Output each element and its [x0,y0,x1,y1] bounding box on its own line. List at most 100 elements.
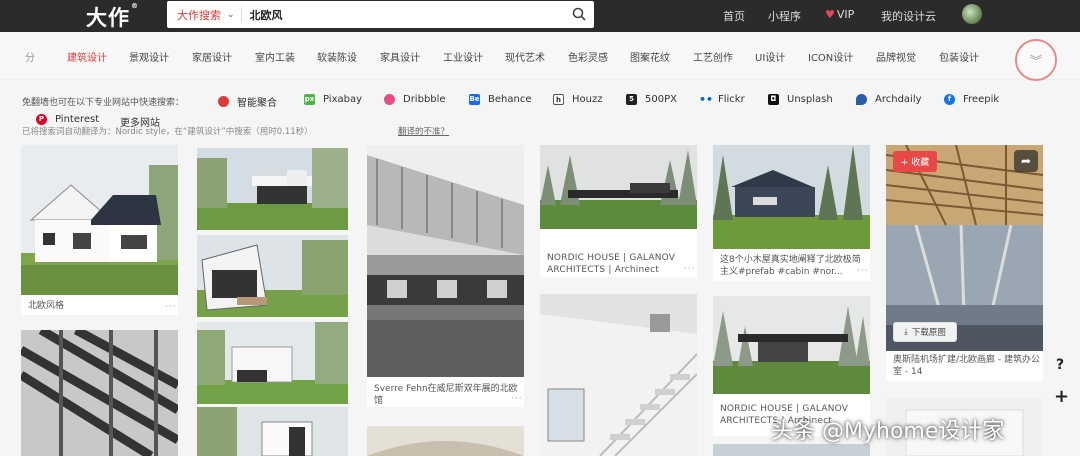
nav-vip[interactable]: ♥ VIP [825,8,854,21]
dribbble-icon [384,94,395,105]
site-label: Dribbble [403,94,446,105]
site-label: Behance [488,94,532,105]
result-caption: 北欧风格 [28,301,65,311]
result-caption: 奥斯陆机场扩建/北欧画廊 - 建筑办公室 - 14 [893,355,1041,377]
search-icon[interactable] [572,7,586,21]
download-icon: ⤓ [904,327,908,337]
category-home[interactable]: 家居设计 [192,49,232,64]
site-pinterest[interactable]: P Pinterest [36,114,99,125]
result-image [540,294,697,456]
quick-search-label: 免翻墙也可在以下专业网站中快速搜索： [22,98,185,108]
site-houzz[interactable]: h Houzz [553,94,602,105]
avatar[interactable] [962,4,982,24]
site-freepik[interactable]: f Freepik [944,94,999,105]
category-modern-art[interactable]: 现代艺术 [505,49,545,64]
result-image [713,444,870,456]
result-card[interactable] [197,235,348,317]
site-label: 智能聚合 [237,98,277,109]
category-prefix: 分 [25,53,35,64]
category-pattern[interactable]: 图案花纹 [630,49,670,64]
heart-icon: ♥ [825,8,835,21]
result-card[interactable]: Sverre Fehn在威尼斯双年展的北欧馆 ··· [367,145,524,407]
category-architecture[interactable]: 建筑设计 [67,49,107,64]
logo[interactable]: 大作® [86,2,139,32]
site-label: Pinterest [55,114,100,125]
translation-feedback-link[interactable]: 翻译的不准？ [398,125,449,137]
result-image [367,426,524,456]
logo-text: 大作 [86,6,130,30]
site-label: Houzz [572,94,603,105]
category-brand[interactable]: 品牌视觉 [876,49,916,64]
site-500px[interactable]: 5 500PX [626,94,677,105]
behance-icon: Be [469,94,480,105]
category-ui[interactable]: UI设计 [755,49,785,64]
result-card[interactable] [197,322,348,404]
download-original-button[interactable]: ⤓ 下载原图 [893,322,957,342]
site-behance[interactable]: Be Behance [469,94,531,105]
site-label: Unsplash [787,94,833,105]
result-card[interactable]: 这8个小木屋真实地阐释了北欧极简主义#prefab #cabin #nor...… [713,145,870,281]
share-arrow-icon: ➦ [1020,154,1032,168]
result-card[interactable] [367,426,524,456]
result-caption: 这8个小木屋真实地阐释了北欧极简主义#prefab #cabin #nor... [720,255,861,277]
search-bar: 大作搜索 ⌄ [167,1,594,28]
result-image [197,148,348,230]
add-icon[interactable]: + [1054,386,1069,407]
result-card[interactable] [21,330,178,456]
result-card[interactable]: 奥斯陆机场扩建/北欧画廊 - 建筑办公室 - 14 [886,145,1043,381]
top-bar: 大作® 大作搜索 ⌄ 首页 小程序 ♥VIP 我的设计云 [0,0,1080,32]
category-craft[interactable]: 工艺创作 [693,49,733,64]
result-image [540,145,697,229]
result-caption: Sverre Fehn在威尼斯双年展的北欧馆 [374,384,518,406]
result-image [197,322,348,404]
share-button[interactable]: ➦ [1014,150,1038,172]
result-card[interactable]: 北欧风格 ··· [21,145,178,315]
nav-miniprogram[interactable]: 小程序 [768,8,801,24]
category-furniture[interactable]: 家具设计 [380,49,420,64]
nav-home[interactable]: 首页 [723,8,745,24]
site-label: 500PX [645,94,677,105]
freepik-icon: f [944,94,955,105]
site-label: Archdaily [875,94,922,105]
category-industrial[interactable]: 工业设计 [443,49,483,64]
site-pixabay[interactable]: px Pixabay [304,94,362,105]
site-dribbble[interactable]: Dribbble [384,94,446,105]
category-packaging[interactable]: 包装设计 [939,49,979,64]
category-color[interactable]: 色彩灵感 [568,49,608,64]
more-icon[interactable]: ··· [684,264,696,274]
result-card[interactable] [713,444,870,456]
result-image [197,407,348,456]
result-card[interactable] [540,294,697,456]
site-label: Flickr [718,94,745,105]
result-caption: NORDIC HOUSE | GALANOV ARCHITECTS | Arch… [547,253,676,275]
chevron-double-down-icon: ︾ [1029,53,1042,68]
result-card[interactable]: NORDIC HOUSE | GALANOV ARCHITECTS | Arch… [540,145,697,277]
site-unsplash[interactable]: ◘ Unsplash [768,94,833,105]
more-icon[interactable]: ··· [511,394,523,404]
result-image [21,145,178,295]
category-interior[interactable]: 室内工装 [255,49,295,64]
category-bar: 分 建筑设计 景观设计 家居设计 室内工装 软装陈设 家具设计 工业设计 现代艺… [0,32,1080,81]
category-soft-furnishing[interactable]: 软装陈设 [317,49,357,64]
favorite-button[interactable]: + 收藏 [893,151,937,172]
smart-aggregate-icon [218,96,229,107]
more-icon[interactable]: ··· [165,302,177,312]
search-type-select[interactable]: 大作搜索 ⌄ [167,1,241,28]
help-icon[interactable]: ? [1056,357,1064,373]
site-label: Freepik [963,94,1000,105]
site-flickr[interactable]: •• Flickr [699,94,745,105]
result-image [886,145,1043,351]
watermark: 头条 @Myhome设计家 [771,419,1005,444]
expand-categories-button[interactable]: ︾ [1015,39,1057,81]
more-icon[interactable]: ··· [857,266,869,276]
result-card[interactable] [197,407,348,456]
site-archdaily[interactable]: Archdaily [856,94,922,105]
site-smart-aggregate[interactable]: 智能聚合 [218,94,277,109]
category-landscape[interactable]: 景观设计 [129,49,169,64]
500px-icon: 5 [626,94,637,105]
download-label: 下载原图 [911,328,946,338]
nav-my-design-cloud[interactable]: 我的设计云 [881,8,936,24]
search-input[interactable] [241,8,562,21]
result-card[interactable] [197,148,348,230]
category-icon[interactable]: ICON设计 [808,49,853,64]
